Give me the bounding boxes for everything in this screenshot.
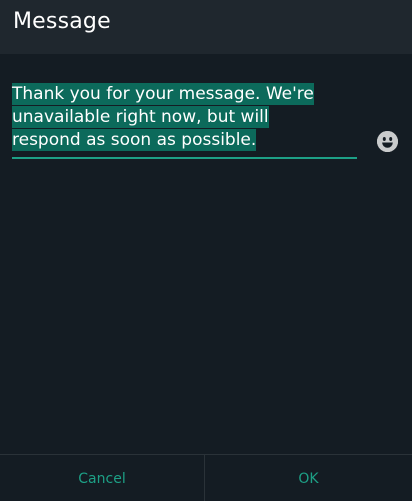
- message-text-field[interactable]: Thank you for your message. We're unavai…: [12, 83, 358, 152]
- ok-button[interactable]: OK: [205, 455, 412, 501]
- cancel-button[interactable]: Cancel: [0, 455, 204, 501]
- dialog-header: Message: [0, 0, 412, 54]
- dialog-footer: Cancel OK: [0, 454, 412, 501]
- message-dialog: Message Thank you for your message. We'r…: [0, 0, 412, 501]
- message-line-3: respond as soon as possible.: [12, 129, 257, 151]
- message-line-2: unavailable right now, but will: [12, 106, 269, 128]
- message-line-1: Thank you for your message. We're: [12, 83, 314, 105]
- text-field-underline: [12, 157, 357, 159]
- smiley-face-icon[interactable]: [377, 131, 398, 152]
- message-text[interactable]: Thank you for your message. We're unavai…: [12, 83, 358, 152]
- dialog-title: Message: [13, 9, 111, 34]
